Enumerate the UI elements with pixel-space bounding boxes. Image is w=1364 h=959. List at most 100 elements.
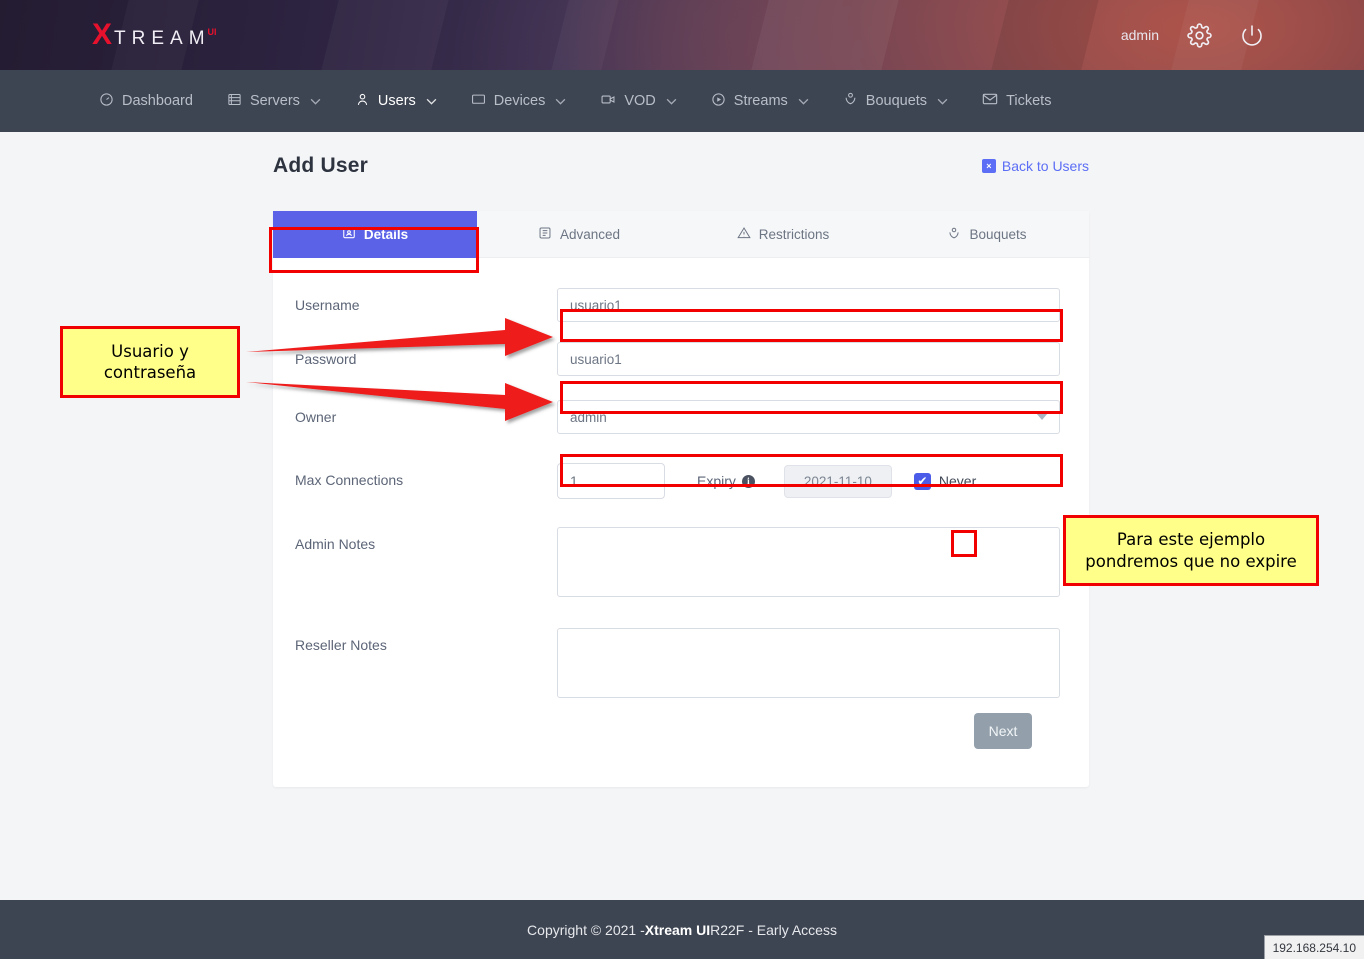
admin-notes-label: Admin Notes <box>295 527 557 552</box>
app-logo[interactable]: X TREAM UI <box>92 20 220 50</box>
content-container: Add User × Back to Users Details <box>273 132 1089 787</box>
sliders-icon <box>538 226 552 243</box>
tab-details[interactable]: Details <box>273 211 477 258</box>
page-footer: Copyright © 2021 - Xtream UI R22F - Earl… <box>0 900 1364 959</box>
callout-expiry-line2: pondremos que no expire <box>1085 551 1296 572</box>
add-user-card: Details Advanced <box>273 211 1089 787</box>
max-connections-input[interactable] <box>557 463 665 499</box>
nav-label: Streams <box>734 93 788 109</box>
back-link-label: Back to Users <box>1002 158 1089 174</box>
nav-item-streams[interactable]: Streams <box>694 70 826 132</box>
info-icon[interactable]: i <box>742 475 755 488</box>
chevron-down-icon <box>310 93 321 109</box>
never-checkbox-group: ✔ Never <box>914 473 976 490</box>
nav-label: Servers <box>250 93 300 109</box>
tab-restrictions[interactable]: Restrictions <box>681 211 885 258</box>
owner-selected-value: admin <box>570 410 607 425</box>
back-to-users-link[interactable]: × Back to Users <box>982 158 1089 174</box>
tab-label: Restrictions <box>759 227 830 242</box>
chevron-down-icon <box>1036 413 1048 420</box>
field-row-admin-notes: Admin Notes <box>295 527 1049 602</box>
logo-wordmark: TREAM <box>114 29 211 48</box>
main-navigation: Dashboard Servers U <box>0 70 1364 132</box>
copyright-prefix: Copyright © 2021 - <box>527 922 645 938</box>
callout-credentials-line1: Usuario y <box>111 341 189 362</box>
check-icon: ✔ <box>917 474 927 488</box>
nav-label: Devices <box>494 93 546 109</box>
envelope-icon <box>982 92 998 110</box>
nav-item-vod[interactable]: VOD <box>583 70 693 132</box>
nav-item-servers[interactable]: Servers <box>210 70 338 132</box>
gear-icon[interactable] <box>1187 23 1212 48</box>
play-circle-icon <box>711 92 726 111</box>
max-connections-label: Max Connections <box>295 463 557 488</box>
nav-label: Bouquets <box>866 93 927 109</box>
field-row-reseller-notes: Reseller Notes <box>295 628 1049 703</box>
owner-select[interactable]: admin <box>557 400 1060 434</box>
nav-item-users[interactable]: Users <box>338 70 454 132</box>
logo-x-mark: X <box>92 20 112 50</box>
video-icon <box>600 92 616 111</box>
bouquet-icon <box>843 91 858 111</box>
field-row-password: Password <box>295 342 1049 376</box>
owner-label: Owner <box>295 400 557 425</box>
add-user-form: Username Password Owner <box>273 258 1089 787</box>
id-card-icon <box>342 226 356 243</box>
tab-label: Advanced <box>560 227 620 242</box>
expiry-label: Expiry <box>697 473 736 489</box>
form-actions: Next <box>295 713 1049 749</box>
callout-credentials-line2: contraseña <box>104 362 196 383</box>
admin-notes-textarea[interactable] <box>557 527 1060 597</box>
tab-advanced[interactable]: Advanced <box>477 211 681 258</box>
tab-bouquets[interactable]: Bouquets <box>885 211 1089 258</box>
chevron-down-icon <box>426 93 437 109</box>
chevron-down-icon <box>937 93 948 109</box>
password-label: Password <box>295 342 557 367</box>
callout-expiry-line1: Para este ejemplo <box>1117 529 1265 550</box>
close-icon: × <box>982 159 996 173</box>
field-row-owner: Owner admin <box>295 400 1049 434</box>
warning-icon <box>737 226 751 243</box>
reseller-notes-textarea[interactable] <box>557 628 1060 698</box>
dashboard-icon <box>99 92 114 111</box>
field-row-connections-expiry: Max Connections Expiry i 2021-11-10 <box>295 463 1049 499</box>
field-row-username: Username <box>295 288 1049 322</box>
current-user-label: admin <box>1121 27 1159 43</box>
chevron-down-icon <box>798 93 809 109</box>
chevron-down-icon <box>666 93 677 109</box>
bouquet-icon <box>947 226 961 244</box>
page-title: Add User <box>273 154 368 178</box>
page-header: Add User × Back to Users <box>273 132 1089 178</box>
tab-label: Details <box>364 227 408 242</box>
user-icon <box>355 92 370 111</box>
expiry-label-group: Expiry i <box>697 473 755 489</box>
tab-bar: Details Advanced <box>273 211 1089 258</box>
never-label: Never <box>939 473 976 489</box>
password-input[interactable] <box>557 342 1060 376</box>
nav-label: Tickets <box>1006 93 1051 109</box>
username-input[interactable] <box>557 288 1060 322</box>
monitor-icon <box>471 92 486 111</box>
power-icon[interactable] <box>1240 23 1264 47</box>
reseller-notes-label: Reseller Notes <box>295 628 557 653</box>
nav-item-devices[interactable]: Devices <box>454 70 584 132</box>
logo-ui-superscript: UI <box>208 27 217 37</box>
tab-label: Bouquets <box>969 227 1026 242</box>
nav-label: Users <box>378 93 416 109</box>
nav-label: VOD <box>624 93 655 109</box>
nav-label: Dashboard <box>122 93 193 109</box>
username-label: Username <box>295 288 557 313</box>
status-bar-url: 192.168.254.10 <box>1264 935 1364 959</box>
nav-item-bouquets[interactable]: Bouquets <box>826 70 965 132</box>
chevron-down-icon <box>555 93 566 109</box>
server-icon <box>227 92 242 111</box>
expiry-date-input[interactable]: 2021-11-10 <box>784 465 892 498</box>
brand-name: Xtream UI <box>645 922 710 938</box>
app-root: X TREAM UI admin <box>0 0 1364 959</box>
callout-credentials: Usuario y contraseña <box>60 326 240 398</box>
next-button[interactable]: Next <box>974 713 1032 749</box>
copyright-suffix: R22F - Early Access <box>710 922 837 938</box>
never-checkbox[interactable]: ✔ <box>914 473 931 490</box>
nav-item-tickets[interactable]: Tickets <box>965 70 1068 132</box>
nav-item-dashboard[interactable]: Dashboard <box>82 70 210 132</box>
